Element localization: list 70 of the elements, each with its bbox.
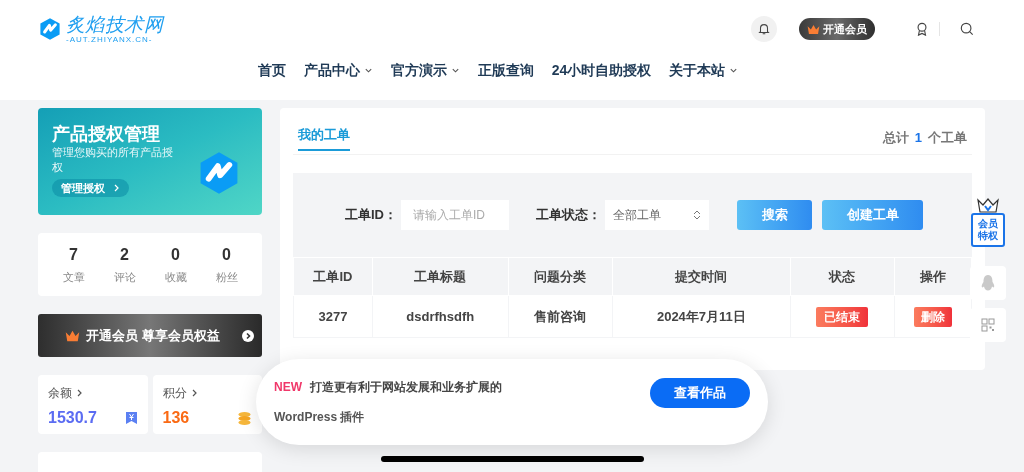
promo-text: WordPress 插件 [274,409,366,426]
nav-link[interactable]: 产品中心 [303,60,373,81]
column-header: 提交时间 [612,257,791,296]
chevron-right-icon [76,389,83,397]
stat-value: 7 [69,245,78,266]
coins-icon [237,410,252,426]
stat-label: 收藏 [164,270,187,286]
new-label: NEW [274,379,302,396]
nav-link[interactable]: 24小时自助授权 [551,60,652,81]
delete-button[interactable]: 删除 [914,306,952,327]
id-label: 工单ID： [345,206,397,225]
column-header: 状态 [790,257,895,296]
arrow-circle-icon [242,329,254,342]
column-header: 工单标题 [372,257,509,296]
stat-label: 文章 [62,270,85,286]
wallet-card[interactable]: 余额 1530.7 [38,375,148,434]
bell-icon [757,22,771,36]
wallet-label: 余额 [48,385,72,402]
stat-value: 0 [222,245,231,266]
table-cell: 售前咨询 [508,295,613,338]
view-works-button[interactable]: 查看作品 [650,378,750,408]
vip-benefits-text: 开通会员 尊享会员权益 [86,326,220,345]
logo-name: 炙焰技术网 [66,14,164,34]
table-cell: dsdrfhsdfh [372,295,509,338]
wallet-value: 1530.7 [48,408,97,428]
vip-benefits-bar[interactable]: 开通会员 尊享会员权益 [38,314,262,357]
chevron-down-icon [450,66,460,75]
stat-label: 粉丝 [215,270,238,286]
stat-value: 2 [120,245,129,266]
search-icon[interactable] [960,22,974,36]
qrcode-icon [981,318,995,332]
logo-icon [38,17,62,41]
nav-link[interactable]: 关于本站 [669,60,739,81]
wallet-icon [124,411,138,425]
column-header: 问题分类 [508,257,613,296]
chevron-right-icon [113,184,120,192]
status-label: 工单状态： [536,206,601,225]
penguin-icon [980,274,996,292]
wallet-label: 积分 [162,385,187,402]
notification-button[interactable] [751,16,777,42]
id-input-field[interactable]: 请输入工单ID [401,200,509,230]
table-cell: 3277 [293,295,373,338]
stat-value: 0 [171,245,180,266]
column-header: 工单ID [293,257,373,296]
medal-icon[interactable] [915,22,929,36]
total-unit: 个工单 [928,129,967,148]
select-arrows-icon [693,210,701,220]
chevron-down-icon [729,66,739,75]
banner-title: 产品授权管理 [52,123,161,145]
crown-icon [65,329,81,342]
chevron-down-icon [363,66,373,75]
wallet-value: 136 [162,408,190,428]
crown-icon [807,23,820,35]
promo-text: 打造更有利于网站发展和业务扩展的 [310,379,502,396]
nav-link[interactable]: 官方演示 [390,60,460,81]
nav-link[interactable]: 正版查询 [477,60,534,81]
status-badge: 已结束 [816,306,869,327]
wallet-card[interactable]: 积分 136 [152,375,262,434]
total-label: 总计 [882,129,909,148]
vip-privilege-badge[interactable]: 会员特权 [970,198,1006,258]
stat-label: 评论 [113,270,136,286]
chevron-right-icon [190,389,198,397]
status-select[interactable]: 全部工单 [605,200,709,230]
total-count: 1 [914,129,922,148]
nav-link[interactable]: 首页 [257,60,286,81]
banner-subtitle: 管理您购买的所有产品授权 [52,145,174,175]
vip-privilege-text: 会员特权 [971,213,1005,247]
logo-domain: -AUT.ZHIYANX.CN- [66,35,154,44]
table-cell: 2024年7月11日 [612,295,791,338]
vip-button[interactable]: 开通会员 [799,18,875,40]
